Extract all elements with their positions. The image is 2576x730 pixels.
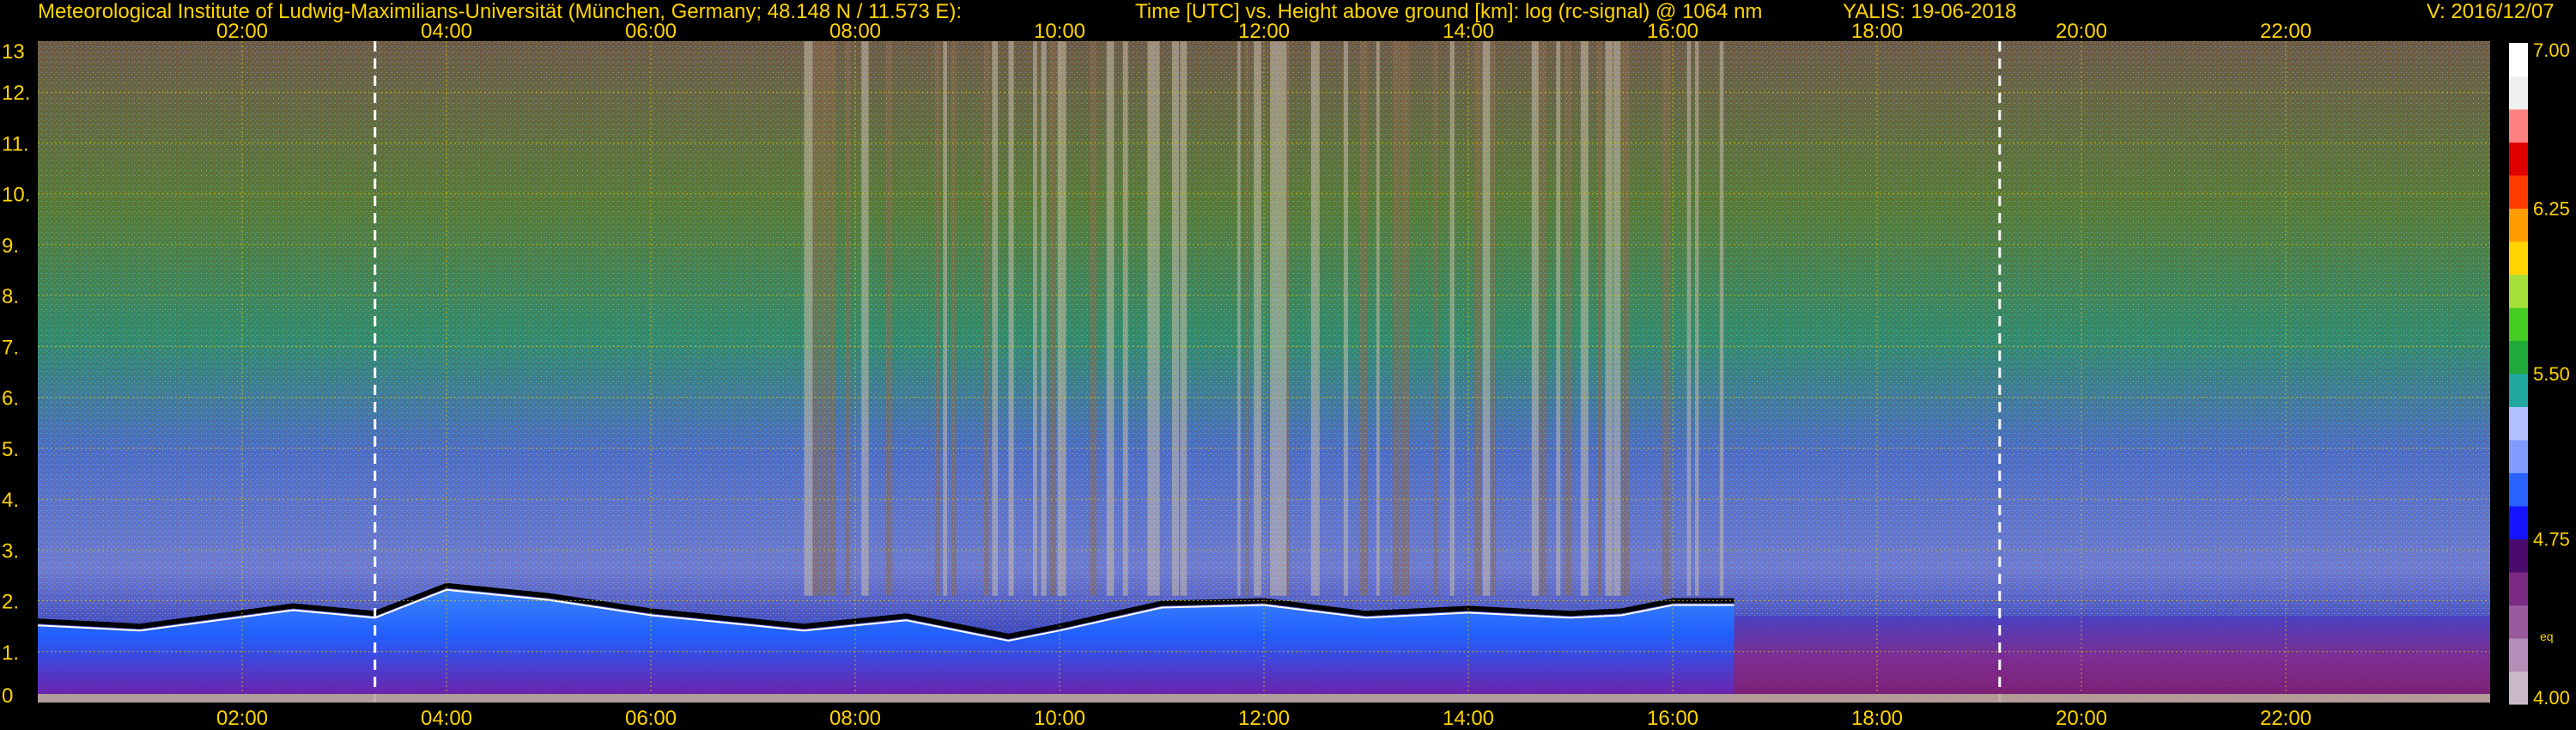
- x-tick-label-top: 02:00: [216, 20, 268, 43]
- colorbar-cells: [2509, 43, 2528, 705]
- x-tick-label-top: 16:00: [1647, 20, 1698, 43]
- colorbar-cell: [2509, 671, 2528, 705]
- x-axis-bottom: 02:00 04:00 06:00 08:00 10:00 12:00 14:00 16:00…: [216, 707, 2312, 730]
- colorbar-cell: [2509, 109, 2528, 143]
- x-tick-label-bottom: 04:00: [421, 707, 472, 730]
- colorbar: 4.00 4.75 5.50 6.25 7.00 eq: [2509, 40, 2570, 709]
- colorbar-label: 7.00: [2533, 40, 2570, 61]
- x-tick-label-bottom: 06:00: [625, 707, 677, 730]
- colorbar-cell: [2509, 472, 2528, 507]
- x-tick-label-bottom: 08:00: [829, 707, 881, 730]
- colorbar-label: 4.00: [2533, 687, 2570, 709]
- y-tick-label: 6.: [2, 387, 19, 411]
- y-tick-label: 5.: [2, 438, 19, 461]
- colorbar-cell: [2509, 506, 2528, 539]
- colorbar-cell: [2509, 175, 2528, 209]
- x-tick-label-bottom: 10:00: [1034, 707, 1085, 730]
- x-tick-label-top: 06:00: [625, 20, 677, 43]
- colorbar-cell: [2509, 605, 2528, 639]
- colorbar-label: 5.50: [2533, 363, 2570, 385]
- colorbar-cell: [2509, 538, 2528, 573]
- x-tick-label-top: 20:00: [2056, 20, 2107, 43]
- x-tick-label-top: 22:00: [2260, 20, 2312, 43]
- colorbar-cell: [2509, 142, 2528, 176]
- colorbar-label: 4.75: [2533, 529, 2570, 551]
- colorbar-cell: [2509, 307, 2528, 341]
- colorbar-cell: [2509, 208, 2528, 242]
- x-tick-label-bottom: 18:00: [1851, 707, 1903, 730]
- colorbar-cell: [2509, 340, 2528, 374]
- x-tick-label-top: 14:00: [1443, 20, 1494, 43]
- colorbar-note: eq: [2540, 630, 2554, 643]
- colorbar-cell: [2509, 241, 2528, 275]
- x-tick-label-bottom: 12:00: [1238, 707, 1290, 730]
- y-tick-label: 11.: [2, 132, 29, 155]
- y-tick-label: 12.: [2, 82, 30, 105]
- x-axis-top: 02:00 04:00 06:00 08:00 10:00 12:00 14:00 16:00…: [216, 20, 2312, 43]
- lidar-chart: 02:00 04:00 06:00 08:00 10:00 12:00 14:00 16:00…: [2, 20, 2570, 730]
- heatmap-area: [38, 41, 2490, 703]
- x-tick-label-bottom: 20:00: [2056, 707, 2107, 730]
- y-tick-label: 1.: [2, 642, 19, 665]
- y-tick-label: 8.: [2, 285, 19, 308]
- ground-strip: [38, 694, 2490, 703]
- x-tick-label-top: 08:00: [829, 20, 881, 43]
- colorbar-cell: [2509, 374, 2528, 407]
- colorbar-cell: [2509, 572, 2528, 605]
- colorbar-labels: 4.00 4.75 5.50 6.25 7.00: [2533, 40, 2570, 709]
- y-tick-label: 3.: [2, 539, 19, 563]
- y-axis: 0 1. 2. 3. 4. 5. 6. 7. 8. 9. 10. 11. 12. 13: [2, 40, 30, 708]
- x-tick-label-bottom: 02:00: [216, 707, 268, 730]
- colorbar-cell: [2509, 440, 2528, 473]
- y-tick-label: 10.: [2, 184, 30, 207]
- x-tick-label-top: 10:00: [1034, 20, 1085, 43]
- colorbar-cell: [2509, 406, 2528, 441]
- x-tick-label-top: 18:00: [1851, 20, 1903, 43]
- y-tick-label: 13: [2, 40, 25, 64]
- y-tick-label: 2.: [2, 591, 19, 614]
- colorbar-cell: [2509, 76, 2528, 110]
- lidar-page: Meteorological Institute of Ludwig-Maxim…: [0, 0, 2576, 730]
- y-tick-label: 9.: [2, 234, 19, 258]
- y-tick-label: 4.: [2, 489, 19, 512]
- colorbar-label: 6.25: [2533, 198, 2570, 220]
- colorbar-cell: [2509, 638, 2528, 672]
- x-tick-label-bottom: 22:00: [2260, 707, 2312, 730]
- nighttime-boundary-layer: [1734, 616, 2490, 703]
- y-tick-label: 7.: [2, 336, 19, 359]
- x-tick-label-top: 04:00: [421, 20, 472, 43]
- x-tick-label-top: 12:00: [1238, 20, 1290, 43]
- y-tick-label: 0: [2, 684, 13, 708]
- x-tick-label-bottom: 16:00: [1647, 707, 1698, 730]
- x-tick-label-bottom: 14:00: [1443, 707, 1494, 730]
- colorbar-cell: [2509, 43, 2528, 76]
- colorbar-cell: [2509, 274, 2528, 308]
